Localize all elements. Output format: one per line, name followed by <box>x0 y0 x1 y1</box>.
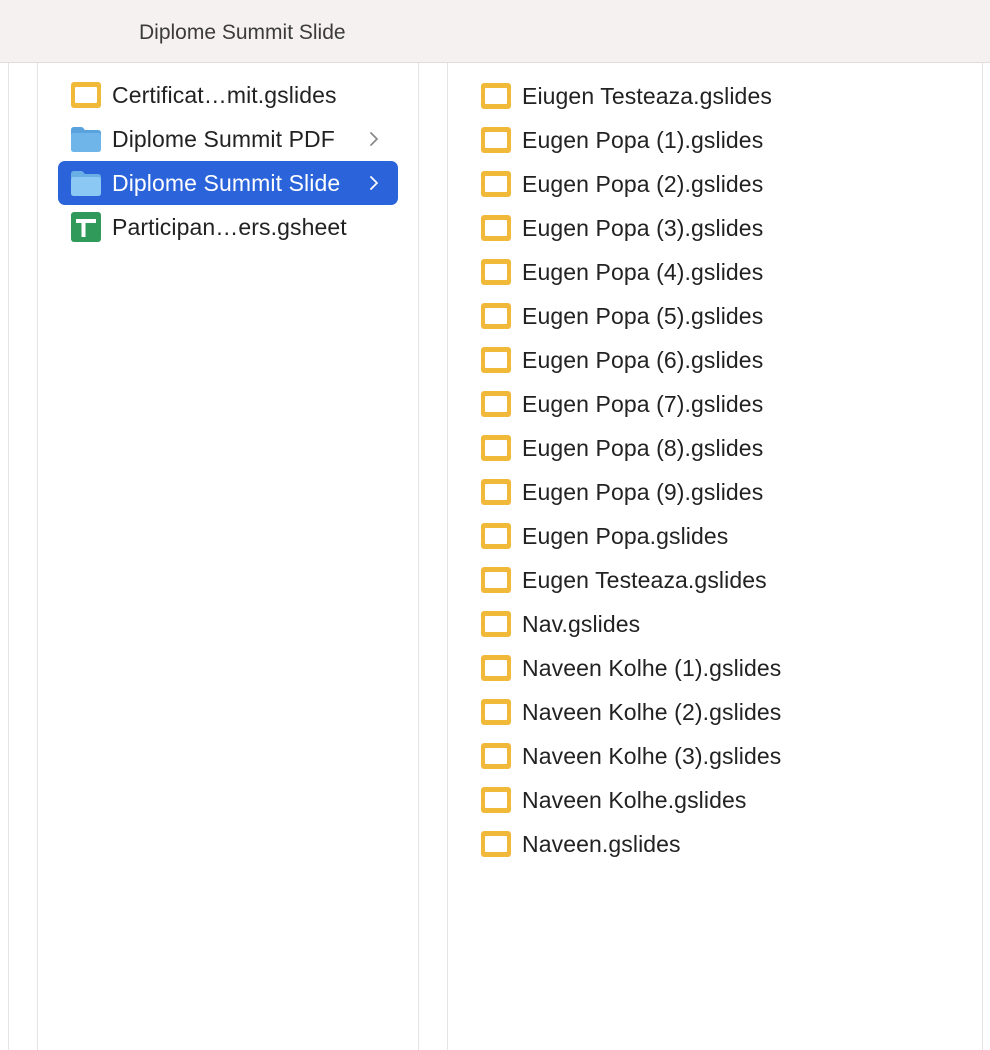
item-label: Diplome Summit PDF <box>112 125 335 152</box>
slides-icon <box>480 740 512 772</box>
file-row-eugen-popa-9-gslides[interactable]: Eugen Popa (9).gslides <box>478 470 958 514</box>
item-label: Naveen Kolhe (3).gslides <box>522 742 782 769</box>
slides-icon <box>70 79 102 111</box>
item-label: Naveen Kolhe (1).gslides <box>522 654 782 681</box>
file-row-naveen-kolhe-3-gslides[interactable]: Naveen Kolhe (3).gslides <box>478 734 958 778</box>
slides-icon <box>480 652 512 684</box>
slides-icon <box>480 256 512 288</box>
slides-icon <box>480 80 512 112</box>
item-label: Eugen Popa (9).gslides <box>522 478 764 505</box>
item-label: Eugen Popa (1).gslides <box>522 126 764 153</box>
slides-icon <box>480 696 512 728</box>
file-row-eugen-popa-1-gslides[interactable]: Eugen Popa (1).gslides <box>478 118 958 162</box>
item-label: Naveen Kolhe (2).gslides <box>522 698 782 725</box>
item-label: Naveen.gslides <box>522 830 681 857</box>
slides-icon <box>480 828 512 860</box>
folder-icon <box>70 167 102 199</box>
window-title: Diplome Summit Slide <box>139 21 346 44</box>
slides-icon <box>480 124 512 156</box>
item-label: Eugen Popa (7).gslides <box>522 390 764 417</box>
file-row-eiugen-testeaza-gslides[interactable]: Eiugen Testeaza.gslides <box>478 74 958 118</box>
sheets-icon <box>70 211 102 243</box>
file-row-eugen-testeaza-gslides[interactable]: Eugen Testeaza.gslides <box>478 558 958 602</box>
file-row-nav-gslides[interactable]: Nav.gslides <box>478 602 958 646</box>
item-label: Eugen Popa (4).gslides <box>522 258 764 285</box>
slides-icon <box>480 476 512 508</box>
file-row-naveen-kolhe-2-gslides[interactable]: Naveen Kolhe (2).gslides <box>478 690 958 734</box>
item-label: Naveen Kolhe.gslides <box>522 786 747 813</box>
file-row-eugen-popa-2-gslides[interactable]: Eugen Popa (2).gslides <box>478 162 958 206</box>
file-row-certificat-mit-gslides[interactable]: Certificat…mit.gslides <box>58 73 398 117</box>
item-label: Eugen Testeaza.gslides <box>522 566 767 593</box>
column-divider[interactable] <box>982 63 983 1050</box>
slides-icon <box>480 344 512 376</box>
item-label: Nav.gslides <box>522 610 641 637</box>
item-label: Participan…ers.gsheet <box>112 213 347 240</box>
item-label: Eugen Popa (2).gslides <box>522 170 764 197</box>
chevron-right-icon <box>364 173 384 193</box>
slides-icon <box>480 564 512 596</box>
folder-icon <box>70 123 102 155</box>
file-row-eugen-popa-3-gslides[interactable]: Eugen Popa (3).gslides <box>478 206 958 250</box>
parent-folder-column: Certificat…mit.gslides Diplome Summit PDF… <box>38 63 418 1050</box>
item-label: Eugen Popa (8).gslides <box>522 434 764 461</box>
item-label: Eugen Popa (5).gslides <box>522 302 764 329</box>
file-row-eugen-popa-gslides[interactable]: Eugen Popa.gslides <box>478 514 958 558</box>
slides-icon <box>480 300 512 332</box>
slides-icon <box>480 168 512 200</box>
file-row-naveen-kolhe-gslides[interactable]: Naveen Kolhe.gslides <box>478 778 958 822</box>
slides-icon <box>480 520 512 552</box>
item-label: Eugen Popa (6).gslides <box>522 346 764 373</box>
chevron-right-icon <box>364 129 384 149</box>
item-label: Eugen Popa.gslides <box>522 522 729 549</box>
file-row-participan-ers-gsheet[interactable]: Participan…ers.gsheet <box>58 205 398 249</box>
file-row-eugen-popa-4-gslides[interactable]: Eugen Popa (4).gslides <box>478 250 958 294</box>
slides-icon <box>480 212 512 244</box>
item-label: Eugen Popa (3).gslides <box>522 214 764 241</box>
item-label: Eiugen Testeaza.gslides <box>522 82 772 109</box>
slides-icon <box>480 784 512 816</box>
file-row-eugen-popa-5-gslides[interactable]: Eugen Popa (5).gslides <box>478 294 958 338</box>
slides-icon <box>480 388 512 420</box>
slides-icon <box>480 432 512 464</box>
file-row-eugen-popa-7-gslides[interactable]: Eugen Popa (7).gslides <box>478 382 958 426</box>
current-folder-column: Eiugen Testeaza.gslides Eugen Popa (1).gs… <box>448 63 982 1050</box>
slides-icon <box>480 608 512 640</box>
column-divider[interactable] <box>418 63 419 1050</box>
file-row-eugen-popa-6-gslides[interactable]: Eugen Popa (6).gslides <box>478 338 958 382</box>
item-label: Diplome Summit Slide <box>112 169 341 196</box>
column-divider[interactable] <box>8 63 9 1050</box>
file-row-naveen-kolhe-1-gslides[interactable]: Naveen Kolhe (1).gslides <box>478 646 958 690</box>
item-label: Certificat…mit.gslides <box>112 81 337 108</box>
folder-row-diplome-summit-slide[interactable]: Diplome Summit Slide <box>58 161 398 205</box>
file-row-naveen-gslides[interactable]: Naveen.gslides <box>478 822 958 866</box>
folder-row-diplome-summit-pdf[interactable]: Diplome Summit PDF <box>58 117 398 161</box>
window-titlebar: Diplome Summit Slide <box>0 0 990 63</box>
file-row-eugen-popa-8-gslides[interactable]: Eugen Popa (8).gslides <box>478 426 958 470</box>
